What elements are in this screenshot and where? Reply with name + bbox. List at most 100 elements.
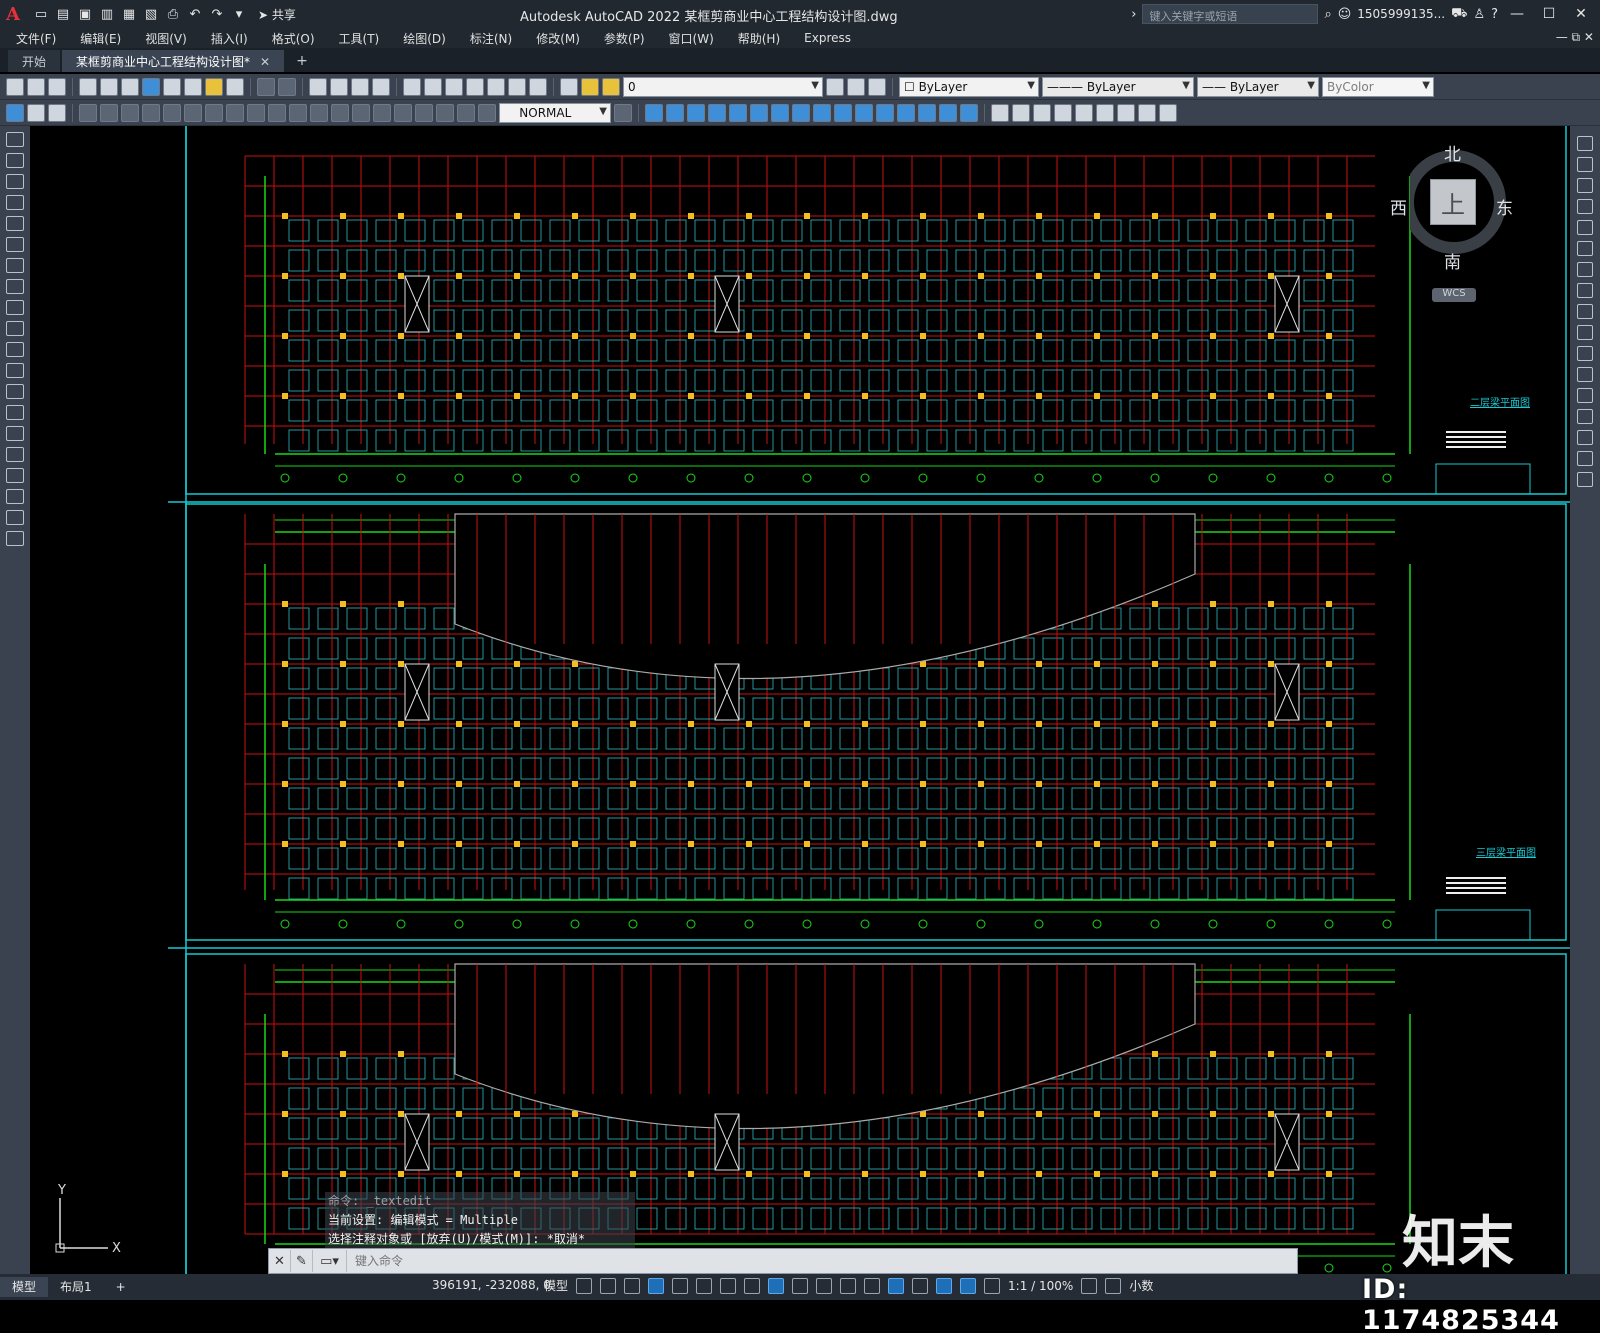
share-button[interactable]: ➤ 共享 <box>258 6 296 23</box>
make-block-icon[interactable] <box>6 384 24 399</box>
markup-icon[interactable] <box>487 77 505 96</box>
minimize-icon[interactable]: — <box>1504 6 1530 22</box>
lineweight-icon[interactable] <box>792 1277 809 1294</box>
construction-line-icon[interactable] <box>6 153 24 168</box>
tab-start[interactable]: 开始 <box>8 50 61 72</box>
calculator-icon[interactable] <box>508 77 526 96</box>
cart-icon[interactable]: ⛟ <box>1451 6 1467 23</box>
save-icon[interactable]: ▣ <box>76 5 94 23</box>
cut-icon[interactable] <box>163 77 181 96</box>
menu-dimension[interactable]: 标注(N) <box>470 30 512 47</box>
menu-parametric[interactable]: 参数(P) <box>604 30 645 47</box>
3d-print-icon[interactable] <box>142 77 160 96</box>
stretch-icon[interactable] <box>813 103 831 122</box>
trim-palette-icon[interactable] <box>1577 325 1593 340</box>
linetype-select[interactable]: ——— ByLayer ▼ <box>1042 76 1194 97</box>
text-front-icon[interactable] <box>1054 103 1072 122</box>
dim-update-icon[interactable] <box>478 103 496 122</box>
baseline-dim-icon[interactable] <box>268 103 286 122</box>
offset-palette-icon[interactable] <box>1577 199 1593 214</box>
dim-angular-icon[interactable] <box>226 103 244 122</box>
redo-toolbar-icon[interactable] <box>278 77 296 96</box>
gradient-icon[interactable] <box>6 447 24 462</box>
explode-icon[interactable] <box>960 103 978 122</box>
help-toolbar-icon[interactable] <box>529 77 547 96</box>
sheet-set-icon[interactable] <box>466 77 484 96</box>
layer-properties-icon[interactable] <box>560 77 578 96</box>
recent-commands-icon[interactable]: ▭▾ <box>313 1250 347 1272</box>
explode-palette-icon[interactable] <box>1577 472 1593 487</box>
qat-dropdown-icon[interactable]: ▾ <box>230 5 248 23</box>
viewcube[interactable]: 北 南 东 西 上 WCS <box>1390 140 1530 302</box>
rectangle-icon[interactable] <box>6 216 24 231</box>
properties-icon[interactable] <box>403 77 421 96</box>
open-icon[interactable] <box>27 77 45 96</box>
tolerance-icon[interactable] <box>352 103 370 122</box>
dim-style-select[interactable]: NORMAL ▼ <box>499 102 611 123</box>
account-icon[interactable]: ♙ <box>1473 7 1485 22</box>
dim-arc-icon[interactable] <box>121 103 139 122</box>
menu-insert[interactable]: 插入(I) <box>211 30 248 47</box>
username-label[interactable]: 1505999135... <box>1357 7 1445 21</box>
move-palette-icon[interactable] <box>1577 241 1593 256</box>
line-icon[interactable] <box>6 132 24 147</box>
plotstyle-select[interactable]: ByColor ▼ <box>1322 76 1434 97</box>
selection-cycling-icon[interactable] <box>840 1277 857 1294</box>
zoom-previous-icon[interactable] <box>372 77 390 96</box>
rotate-palette-icon[interactable] <box>1577 262 1593 277</box>
copy-object-icon[interactable] <box>666 103 684 122</box>
layer-isolate-icon[interactable] <box>1096 103 1114 122</box>
menu-express[interactable]: Express <box>804 31 851 45</box>
point-icon[interactable] <box>6 405 24 420</box>
tool-palettes-icon[interactable] <box>445 77 463 96</box>
dim-break-icon[interactable] <box>331 103 349 122</box>
publish-icon[interactable] <box>121 77 139 96</box>
web-save-icon[interactable]: ▧ <box>142 5 160 23</box>
object-snap-icon[interactable] <box>768 1277 785 1294</box>
print-icon[interactable]: ⎙ <box>164 5 182 23</box>
model-space-toggle[interactable]: 模型 <box>544 1277 568 1294</box>
copy-icon[interactable] <box>184 77 202 96</box>
stretch-palette-icon[interactable] <box>1577 304 1593 319</box>
ortho-icon[interactable] <box>672 1277 689 1294</box>
autocad-logo-icon[interactable]: A <box>6 4 28 25</box>
region-icon[interactable] <box>6 468 24 483</box>
bring-front-icon[interactable] <box>1012 103 1030 122</box>
circle-icon[interactable] <box>6 258 24 273</box>
wcs-menu[interactable]: WCS <box>1432 288 1476 302</box>
dim-space-icon[interactable] <box>310 103 328 122</box>
layer-thaw-icon[interactable] <box>602 77 620 96</box>
chamfer-palette-icon[interactable] <box>1577 409 1593 424</box>
polyline-icon[interactable] <box>6 174 24 189</box>
dim-radius-icon[interactable] <box>163 103 181 122</box>
mtext-icon[interactable] <box>6 510 24 525</box>
polygon-icon[interactable] <box>6 195 24 210</box>
undo-toolbar-icon[interactable] <box>257 77 275 96</box>
design-center-icon[interactable] <box>424 77 442 96</box>
spline-icon[interactable] <box>6 300 24 315</box>
grid-icon[interactable] <box>576 1277 593 1294</box>
hatch-back-icon[interactable] <box>1075 103 1093 122</box>
close-command-icon[interactable]: ✕ <box>269 1250 291 1272</box>
fillet-icon[interactable] <box>939 103 957 122</box>
tab-layout1[interactable]: 布局1 <box>48 1277 104 1297</box>
menu-format[interactable]: 格式(O) <box>272 30 315 47</box>
dim-diameter-icon[interactable] <box>205 103 223 122</box>
jogged-linear-icon[interactable] <box>415 103 433 122</box>
extend-icon[interactable] <box>855 103 873 122</box>
object-track-icon[interactable] <box>744 1277 761 1294</box>
customize-icon[interactable]: ✎ <box>291 1250 313 1272</box>
save-toolbar-icon[interactable] <box>48 77 66 96</box>
save-as-icon[interactable]: ▥ <box>98 5 116 23</box>
3d-osnap-icon[interactable] <box>864 1277 881 1294</box>
layer-walk-icon[interactable] <box>1159 103 1177 122</box>
join-icon[interactable] <box>897 103 915 122</box>
viewcube-north[interactable]: 北 <box>1444 140 1461 165</box>
break-palette-icon[interactable] <box>1577 367 1593 382</box>
new-icon[interactable] <box>6 77 24 96</box>
dim-style-icon[interactable] <box>614 103 632 122</box>
dim-aligned-icon[interactable] <box>100 103 118 122</box>
menu-help[interactable]: 帮助(H) <box>738 30 780 47</box>
draw-order-icon[interactable] <box>991 103 1009 122</box>
viewcube-top-face[interactable]: 上 <box>1430 179 1476 225</box>
